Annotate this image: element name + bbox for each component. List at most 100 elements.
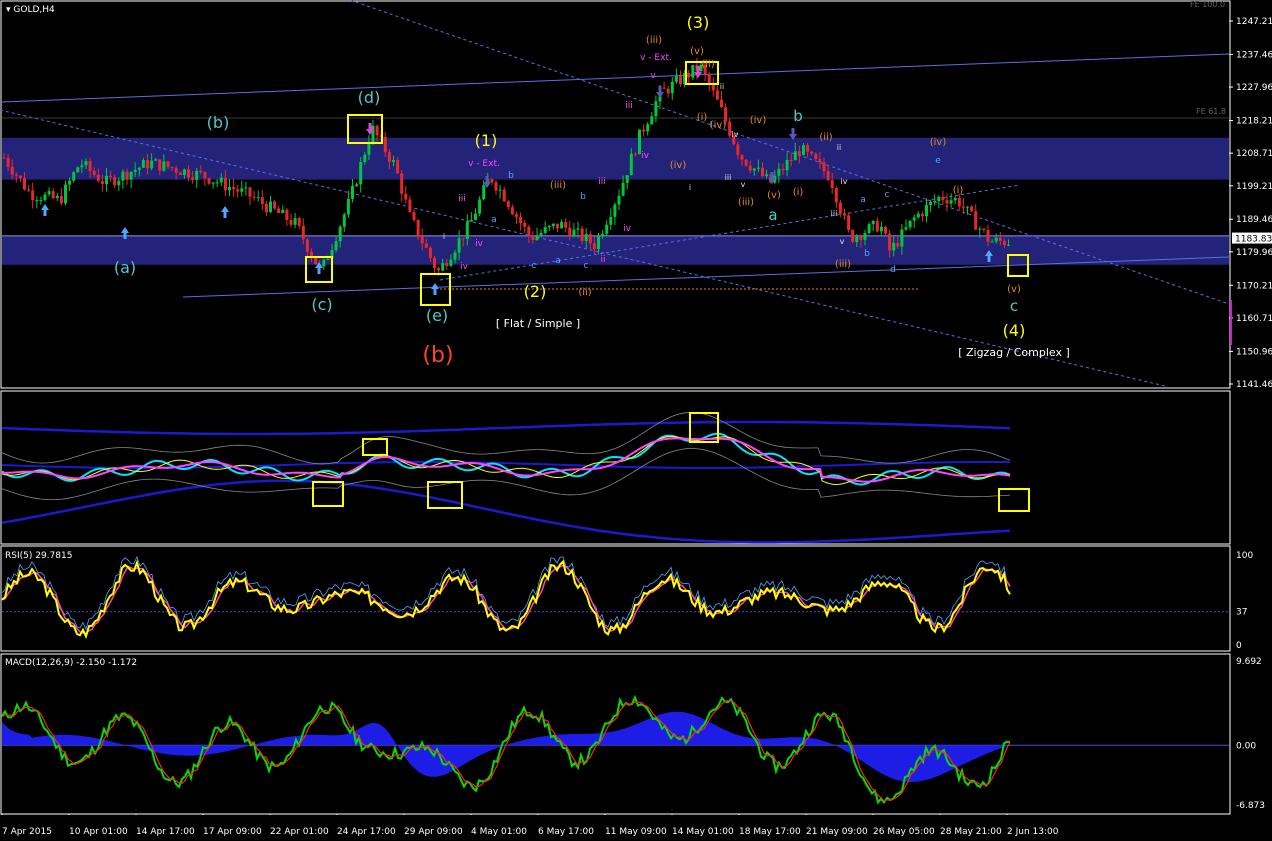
candle-body [580, 228, 584, 241]
candle-body [96, 174, 100, 182]
support-zone [2, 235, 1229, 265]
candle-body [613, 204, 617, 217]
price-tick-label: 1199.21 [1236, 182, 1272, 192]
candle-body [141, 160, 145, 168]
candle-body [178, 172, 182, 176]
macd-level-label: 0.00 [1236, 741, 1256, 751]
candle-body [896, 243, 900, 247]
candle-body [387, 152, 391, 162]
candle-body [510, 207, 514, 215]
wave-minor-roman: (iii) [646, 35, 662, 46]
current-price-label: 1183.83 [1235, 235, 1272, 245]
candle-body [273, 201, 277, 209]
wave-minor-roman: (i) [793, 187, 804, 198]
rsi-level-label: 37 [1236, 608, 1247, 618]
candle-body [133, 169, 137, 172]
price-tick-label: 1170.21 [1236, 281, 1272, 291]
candle-body [588, 234, 592, 244]
fib-label-100: FE 100.0 [1190, 0, 1225, 9]
candle-body [187, 169, 190, 178]
wave-minute-roman: iii [625, 101, 633, 111]
price-tick-label: 1247.21 [1236, 17, 1272, 27]
candle-body [2, 157, 6, 159]
candle-body [551, 223, 555, 227]
candle-body [326, 258, 330, 260]
candle-body [863, 233, 867, 240]
candle-body [761, 167, 764, 177]
candle-body [457, 238, 461, 253]
candle-body [244, 187, 248, 189]
candle-body [232, 186, 236, 190]
horizontal-scrollbar[interactable] [1, 815, 1230, 825]
candle-body [109, 175, 113, 178]
candle-body [269, 201, 272, 212]
price-panel[interactable]: (1) (2) (3) (4) (a) (b) (c) (d) (e) a b c (b) (iii) (i… [0, 0, 1231, 389]
candle-body [27, 189, 31, 191]
wave-primary-2: (2) [524, 282, 547, 301]
candle-body [375, 125, 379, 136]
candle-body [31, 190, 35, 201]
candle-body [416, 219, 420, 237]
candle-body [929, 201, 933, 206]
candle-body [228, 186, 231, 191]
wave-b-small: b [793, 107, 803, 125]
time-tick-label: 24 Apr 17:00 [337, 827, 396, 837]
candle-body [314, 257, 318, 265]
candle-body [383, 136, 387, 153]
candle-body [408, 199, 412, 213]
wave-minor-roman: (ii) [578, 287, 591, 298]
candle-body [740, 155, 744, 160]
wave-minor-roman: (iii) [550, 180, 566, 191]
candle-body [264, 203, 268, 212]
candle-body [679, 76, 682, 85]
candle-body [966, 206, 969, 208]
wave-d: (d) [358, 88, 381, 107]
wave-a: (a) [114, 258, 136, 277]
candle-body [621, 182, 625, 196]
candle-body [752, 168, 756, 171]
wave-minute-roman: iv [460, 262, 469, 272]
macd-panel[interactable]: MACD(12,26,9) -2.150 -1.172 [0, 653, 1231, 815]
candle-body [76, 167, 80, 173]
candle-body [855, 236, 859, 242]
wave-minute-roman-small: i [710, 120, 712, 129]
candle-body [498, 189, 502, 191]
bands-indicator-panel[interactable] [0, 390, 1231, 545]
candle-body [818, 159, 822, 163]
candle-body [777, 168, 781, 176]
price-tick-label: 1160.71 [1236, 314, 1272, 324]
candle-body [662, 87, 666, 89]
candle-body [465, 221, 469, 240]
fib-label-618: FE 61.8 [1196, 107, 1226, 116]
wave-e: (e) [426, 306, 448, 325]
candle-body [293, 218, 297, 225]
candle-body [687, 72, 691, 78]
wave-minor-letter: e [935, 156, 941, 166]
wave-minute-roman: iii [598, 177, 606, 187]
candle-body [834, 188, 838, 203]
macd-caption: MACD(12,26,9) -2.150 -1.172 [5, 658, 137, 668]
candle-body [305, 239, 309, 252]
wave-b: (b) [207, 113, 230, 132]
candle-body [535, 235, 539, 241]
candle-body [674, 76, 678, 82]
rsi-panel[interactable]: RSI(5) 29.7815 [0, 545, 1231, 652]
candle-body [970, 206, 974, 212]
candle-body [334, 241, 338, 251]
candle-body [785, 160, 789, 171]
candle-body [978, 228, 982, 230]
wave-a-small: a [768, 206, 777, 224]
candle-body [125, 171, 129, 180]
candle-body [736, 144, 740, 156]
wave-c: (c) [311, 295, 332, 314]
wave-minute-roman-small: i [443, 232, 445, 241]
candle-body [256, 197, 260, 199]
wave-minor-roman: (i) [953, 185, 964, 196]
candle-body [1002, 240, 1006, 246]
candle-body [23, 178, 26, 190]
candle-body [900, 229, 904, 247]
candle-body [211, 182, 215, 184]
wave-minute-roman-small: iv [732, 130, 739, 139]
candle-body [72, 172, 76, 181]
candle-body [420, 236, 424, 244]
